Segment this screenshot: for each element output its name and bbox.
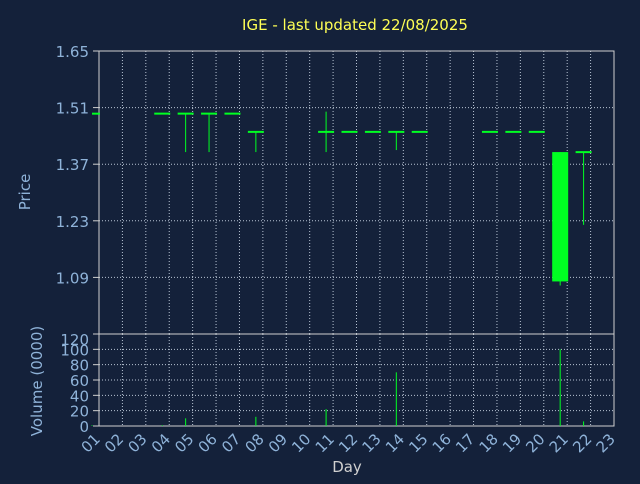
day-tick-label: 06 [195, 430, 221, 456]
day-tick-label: 11 [312, 430, 338, 456]
day-tick-label: 22 [569, 430, 595, 456]
x-axis-label: Day [332, 458, 362, 476]
price-panel: 1.65 1.51 1.37 1.23 1.09 Price [16, 43, 615, 335]
price-ytick-label: 1.37 [56, 156, 89, 174]
price-ytick-label: 1.65 [56, 43, 89, 61]
day-tick-label: 16 [429, 430, 455, 456]
chart-container: IGE - last updated 22/08/2025 1.65 1.51 1.… [0, 0, 640, 480]
day-tick-label: 03 [124, 430, 150, 456]
price-ytick-label: 1.51 [56, 100, 89, 118]
day-tick-label: 13 [359, 430, 385, 456]
day-tick-label: 09 [265, 430, 291, 456]
day-tick-label: 19 [499, 430, 525, 456]
day-tick-label: 05 [171, 430, 197, 456]
day-tick-label: 08 [241, 430, 267, 456]
day-tick-label: 23 [593, 430, 619, 456]
day-tick-label: 14 [382, 430, 408, 456]
day-tick-label: 20 [522, 430, 548, 456]
price-ytick-label: 1.09 [56, 269, 89, 287]
day-tick-label: 04 [148, 430, 174, 456]
price-volume-chart: IGE - last updated 22/08/2025 1.651.511.… [0, 0, 640, 480]
day-tick-label: 02 [101, 430, 127, 456]
day-tick-label: 15 [405, 430, 431, 456]
price-ytick-label: 1.23 [56, 213, 89, 231]
price-axis-label: Price [16, 174, 34, 211]
day-tick-label: 21 [546, 430, 572, 456]
day-tick-label: 07 [218, 430, 244, 456]
volume-axis-label: Volume (0000) [28, 326, 46, 436]
day-tick-label: 18 [476, 430, 502, 456]
candle-body [552, 152, 569, 282]
chart-title: IGE - last updated 22/08/2025 [242, 16, 468, 34]
day-tick-label: 17 [452, 430, 478, 456]
volume-panel: 1201008060402000102030405060708091011121… [28, 326, 619, 476]
day-tick-label: 10 [288, 430, 314, 456]
day-tick-label: 12 [335, 430, 361, 456]
